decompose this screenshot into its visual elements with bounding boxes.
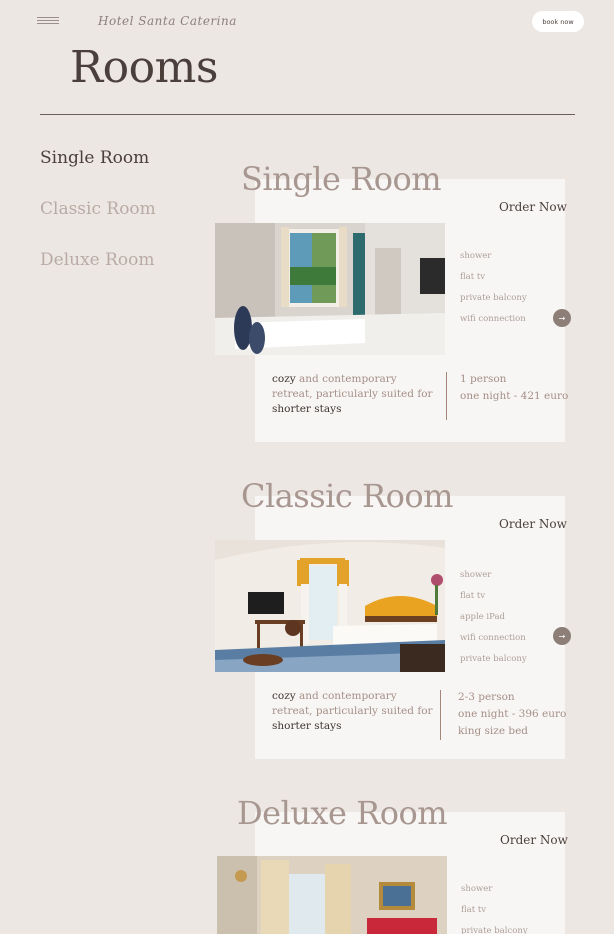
menu-icon[interactable] [37,17,59,27]
spec-price: one night - 396 euro [458,708,567,720]
room-description: cozy and contemporary retreat, particula… [272,373,433,415]
amenity-item: shower [461,884,493,894]
amenity-item: shower [460,570,492,580]
room-title: Classic Room [241,477,453,515]
amenities-list: shower flat tv private balcony wifi conn… [460,251,527,335]
room-photo [215,540,445,672]
arrow-right-icon[interactable]: → [553,309,571,327]
room-photo [217,856,447,934]
order-now-link[interactable]: Order Now [499,517,567,531]
order-now-link[interactable]: Order Now [500,833,568,847]
amenity-item: flat tv [461,905,487,915]
spec-divider [446,372,447,420]
room-title: Deluxe Room [237,794,448,832]
amenities-list: shower flat tv apple iPad wifi connectio… [460,570,527,675]
amenities-list: shower flat tv private balcony [461,884,528,934]
amenity-item: flat tv [460,272,486,282]
arrow-right-icon[interactable]: → [553,627,571,645]
amenity-item: wifi connection [460,314,526,324]
amenity-item: private balcony [460,293,527,303]
spec-bed: king size bed [458,725,529,737]
room-title: Single Room [241,160,442,198]
order-now-link[interactable]: Order Now [499,200,567,214]
amenity-item: private balcony [460,654,527,664]
spec-divider [440,690,441,740]
sidenav-item-single-room[interactable]: Single Room [40,150,156,167]
page-title: Rooms [70,42,218,93]
amenity-item: wifi connection [460,633,526,643]
sidenav-item-classic-room[interactable]: Classic Room [40,201,156,218]
room-description: cozy and contemporary retreat, particula… [272,690,433,732]
amenity-item: private balcony [461,926,528,934]
amenity-item: shower [460,251,492,261]
sidenav-item-deluxe-room[interactable]: Deluxe Room [40,252,156,269]
room-side-nav: Single Room Classic Room Deluxe Room [40,150,156,303]
spec-guests: 2-3 person [458,691,515,703]
amenity-item: flat tv [460,591,486,601]
title-divider [40,114,575,115]
room-specs: 2-3 person one night - 396 euro king siz… [458,689,566,740]
spec-guests: 1 person [460,373,507,385]
room-specs: 1 person one night - 421 euro [460,371,568,405]
amenity-item: apple iPad [460,612,505,622]
book-now-button[interactable]: book now [532,11,584,32]
room-photo [215,223,445,355]
spec-price: one night - 421 euro [460,390,569,402]
brand-logo[interactable]: Hotel Santa Caterina [98,14,237,28]
